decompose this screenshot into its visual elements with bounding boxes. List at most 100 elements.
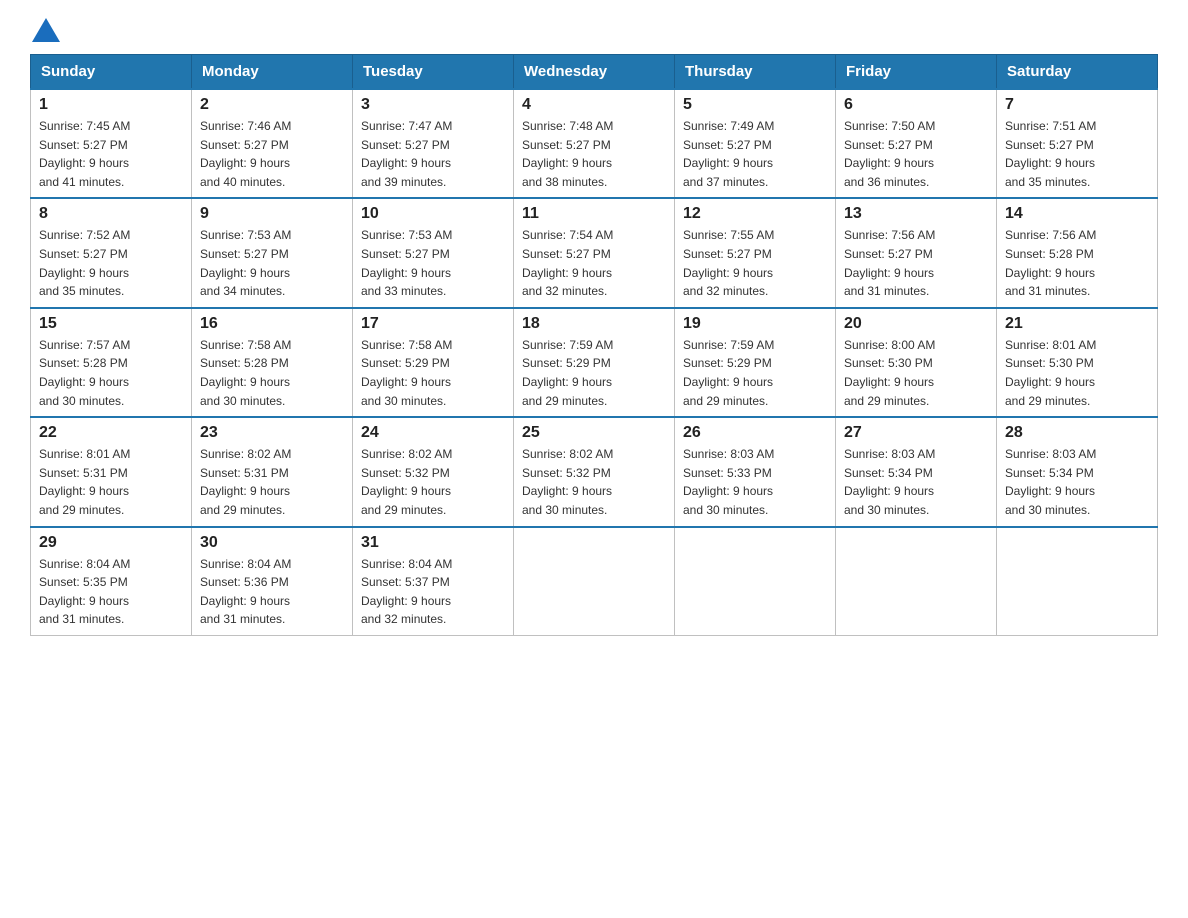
day-info: Sunrise: 7:46 AMSunset: 5:27 PMDaylight:… (200, 117, 344, 191)
calendar-cell: 9 Sunrise: 7:53 AMSunset: 5:27 PMDayligh… (192, 198, 353, 307)
day-info: Sunrise: 8:03 AMSunset: 5:34 PMDaylight:… (1005, 445, 1149, 519)
calendar-cell: 27 Sunrise: 8:03 AMSunset: 5:34 PMDaylig… (836, 417, 997, 526)
calendar-cell: 17 Sunrise: 7:58 AMSunset: 5:29 PMDaylig… (353, 308, 514, 417)
days-header-row: SundayMondayTuesdayWednesdayThursdayFrid… (31, 55, 1158, 90)
day-number: 30 (200, 534, 344, 552)
page-header (30, 20, 1158, 44)
day-info: Sunrise: 7:51 AMSunset: 5:27 PMDaylight:… (1005, 117, 1149, 191)
day-info: Sunrise: 8:04 AMSunset: 5:37 PMDaylight:… (361, 555, 505, 629)
calendar-cell: 7 Sunrise: 7:51 AMSunset: 5:27 PMDayligh… (997, 89, 1158, 198)
day-header-tuesday: Tuesday (353, 55, 514, 90)
day-info: Sunrise: 8:02 AMSunset: 5:32 PMDaylight:… (522, 445, 666, 519)
calendar-cell: 14 Sunrise: 7:56 AMSunset: 5:28 PMDaylig… (997, 198, 1158, 307)
day-number: 27 (844, 424, 988, 442)
day-info: Sunrise: 7:53 AMSunset: 5:27 PMDaylight:… (200, 226, 344, 300)
day-info: Sunrise: 7:54 AMSunset: 5:27 PMDaylight:… (522, 226, 666, 300)
day-number: 26 (683, 424, 827, 442)
calendar-cell: 31 Sunrise: 8:04 AMSunset: 5:37 PMDaylig… (353, 527, 514, 636)
calendar-cell: 19 Sunrise: 7:59 AMSunset: 5:29 PMDaylig… (675, 308, 836, 417)
logo (30, 20, 62, 44)
day-header-monday: Monday (192, 55, 353, 90)
calendar-cell: 3 Sunrise: 7:47 AMSunset: 5:27 PMDayligh… (353, 89, 514, 198)
calendar-cell: 2 Sunrise: 7:46 AMSunset: 5:27 PMDayligh… (192, 89, 353, 198)
calendar-cell (997, 527, 1158, 636)
calendar-cell: 6 Sunrise: 7:50 AMSunset: 5:27 PMDayligh… (836, 89, 997, 198)
day-number: 23 (200, 424, 344, 442)
calendar-cell: 21 Sunrise: 8:01 AMSunset: 5:30 PMDaylig… (997, 308, 1158, 417)
day-number: 2 (200, 96, 344, 114)
day-info: Sunrise: 7:58 AMSunset: 5:29 PMDaylight:… (361, 336, 505, 410)
day-header-sunday: Sunday (31, 55, 192, 90)
day-number: 17 (361, 315, 505, 333)
day-header-thursday: Thursday (675, 55, 836, 90)
calendar-cell (514, 527, 675, 636)
day-info: Sunrise: 7:47 AMSunset: 5:27 PMDaylight:… (361, 117, 505, 191)
day-number: 11 (522, 205, 666, 223)
week-row-1: 1 Sunrise: 7:45 AMSunset: 5:27 PMDayligh… (31, 89, 1158, 198)
calendar-cell: 12 Sunrise: 7:55 AMSunset: 5:27 PMDaylig… (675, 198, 836, 307)
calendar-cell: 11 Sunrise: 7:54 AMSunset: 5:27 PMDaylig… (514, 198, 675, 307)
calendar-cell: 13 Sunrise: 7:56 AMSunset: 5:27 PMDaylig… (836, 198, 997, 307)
calendar-cell: 8 Sunrise: 7:52 AMSunset: 5:27 PMDayligh… (31, 198, 192, 307)
day-info: Sunrise: 7:45 AMSunset: 5:27 PMDaylight:… (39, 117, 183, 191)
day-header-wednesday: Wednesday (514, 55, 675, 90)
week-row-5: 29 Sunrise: 8:04 AMSunset: 5:35 PMDaylig… (31, 527, 1158, 636)
day-number: 7 (1005, 96, 1149, 114)
day-number: 24 (361, 424, 505, 442)
week-row-3: 15 Sunrise: 7:57 AMSunset: 5:28 PMDaylig… (31, 308, 1158, 417)
day-info: Sunrise: 7:50 AMSunset: 5:27 PMDaylight:… (844, 117, 988, 191)
day-info: Sunrise: 7:59 AMSunset: 5:29 PMDaylight:… (683, 336, 827, 410)
day-info: Sunrise: 8:01 AMSunset: 5:30 PMDaylight:… (1005, 336, 1149, 410)
day-number: 20 (844, 315, 988, 333)
day-number: 6 (844, 96, 988, 114)
day-header-friday: Friday (836, 55, 997, 90)
day-number: 19 (683, 315, 827, 333)
calendar-cell: 20 Sunrise: 8:00 AMSunset: 5:30 PMDaylig… (836, 308, 997, 417)
day-number: 5 (683, 96, 827, 114)
calendar-cell: 29 Sunrise: 8:04 AMSunset: 5:35 PMDaylig… (31, 527, 192, 636)
day-info: Sunrise: 7:49 AMSunset: 5:27 PMDaylight:… (683, 117, 827, 191)
day-info: Sunrise: 8:04 AMSunset: 5:36 PMDaylight:… (200, 555, 344, 629)
calendar-cell: 30 Sunrise: 8:04 AMSunset: 5:36 PMDaylig… (192, 527, 353, 636)
day-number: 3 (361, 96, 505, 114)
calendar-cell: 10 Sunrise: 7:53 AMSunset: 5:27 PMDaylig… (353, 198, 514, 307)
week-row-2: 8 Sunrise: 7:52 AMSunset: 5:27 PMDayligh… (31, 198, 1158, 307)
calendar-cell (836, 527, 997, 636)
day-number: 9 (200, 205, 344, 223)
calendar-cell: 5 Sunrise: 7:49 AMSunset: 5:27 PMDayligh… (675, 89, 836, 198)
day-number: 14 (1005, 205, 1149, 223)
day-info: Sunrise: 7:56 AMSunset: 5:27 PMDaylight:… (844, 226, 988, 300)
calendar-cell: 28 Sunrise: 8:03 AMSunset: 5:34 PMDaylig… (997, 417, 1158, 526)
logo-triangle-icon (32, 18, 60, 42)
day-header-saturday: Saturday (997, 55, 1158, 90)
day-number: 18 (522, 315, 666, 333)
day-info: Sunrise: 7:52 AMSunset: 5:27 PMDaylight:… (39, 226, 183, 300)
calendar-cell: 15 Sunrise: 7:57 AMSunset: 5:28 PMDaylig… (31, 308, 192, 417)
day-number: 29 (39, 534, 183, 552)
week-row-4: 22 Sunrise: 8:01 AMSunset: 5:31 PMDaylig… (31, 417, 1158, 526)
calendar-cell: 24 Sunrise: 8:02 AMSunset: 5:32 PMDaylig… (353, 417, 514, 526)
calendar-cell: 1 Sunrise: 7:45 AMSunset: 5:27 PMDayligh… (31, 89, 192, 198)
day-number: 4 (522, 96, 666, 114)
calendar-cell: 23 Sunrise: 8:02 AMSunset: 5:31 PMDaylig… (192, 417, 353, 526)
calendar-cell (675, 527, 836, 636)
calendar-table: SundayMondayTuesdayWednesdayThursdayFrid… (30, 54, 1158, 636)
day-number: 16 (200, 315, 344, 333)
day-info: Sunrise: 7:58 AMSunset: 5:28 PMDaylight:… (200, 336, 344, 410)
day-number: 12 (683, 205, 827, 223)
day-info: Sunrise: 7:57 AMSunset: 5:28 PMDaylight:… (39, 336, 183, 410)
day-number: 15 (39, 315, 183, 333)
day-number: 25 (522, 424, 666, 442)
day-info: Sunrise: 7:56 AMSunset: 5:28 PMDaylight:… (1005, 226, 1149, 300)
calendar-cell: 26 Sunrise: 8:03 AMSunset: 5:33 PMDaylig… (675, 417, 836, 526)
day-number: 8 (39, 205, 183, 223)
calendar-cell: 16 Sunrise: 7:58 AMSunset: 5:28 PMDaylig… (192, 308, 353, 417)
day-info: Sunrise: 8:03 AMSunset: 5:33 PMDaylight:… (683, 445, 827, 519)
day-info: Sunrise: 8:04 AMSunset: 5:35 PMDaylight:… (39, 555, 183, 629)
day-info: Sunrise: 8:00 AMSunset: 5:30 PMDaylight:… (844, 336, 988, 410)
day-number: 21 (1005, 315, 1149, 333)
day-number: 10 (361, 205, 505, 223)
day-number: 1 (39, 96, 183, 114)
day-number: 31 (361, 534, 505, 552)
calendar-cell: 25 Sunrise: 8:02 AMSunset: 5:32 PMDaylig… (514, 417, 675, 526)
